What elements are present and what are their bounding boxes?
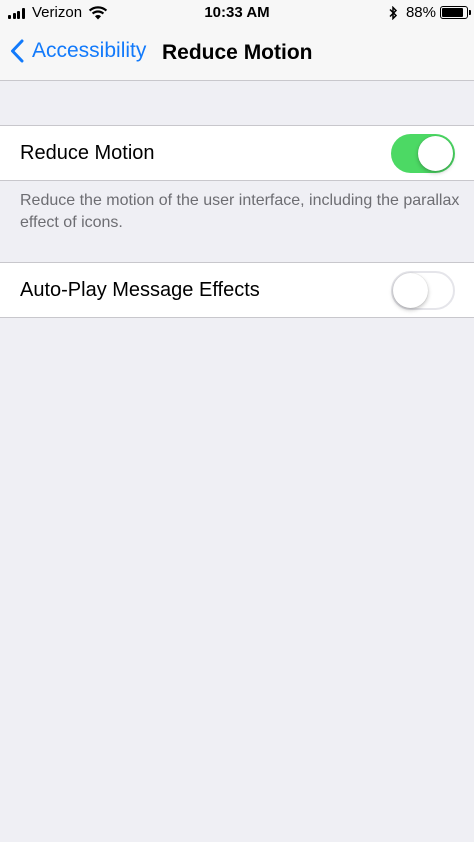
back-button-label: Accessibility (32, 39, 147, 62)
page-title: Reduce Motion (162, 41, 313, 64)
chevron-left-icon (11, 39, 24, 63)
auto-play-message-effects-row: Auto-Play Message Effects (0, 262, 474, 318)
reduce-motion-label: Reduce Motion (20, 142, 155, 164)
battery-fill (442, 8, 464, 17)
auto-play-toggle[interactable] (391, 271, 455, 310)
screen: Verizon 10:33 AM 88% Accessibility Reduc… (0, 0, 474, 842)
toggle-knob (393, 273, 428, 308)
battery-percent: 88% (405, 4, 436, 21)
battery-icon (440, 6, 471, 19)
bluetooth-icon (389, 5, 398, 20)
reduce-motion-description: Reduce the motion of the user interface,… (20, 192, 460, 231)
toggle-knob (418, 136, 453, 171)
navigation-bar: Accessibility Reduce Motion (0, 26, 474, 81)
battery-cap (468, 10, 471, 15)
status-bar: Verizon 10:33 AM 88% (0, 0, 474, 26)
reduce-motion-toggle[interactable] (391, 134, 455, 173)
status-right: 88% (388, 4, 471, 21)
reduce-motion-row: Reduce Motion (0, 125, 474, 181)
back-button[interactable]: Accessibility (10, 39, 146, 63)
auto-play-label: Auto-Play Message Effects (20, 279, 260, 301)
